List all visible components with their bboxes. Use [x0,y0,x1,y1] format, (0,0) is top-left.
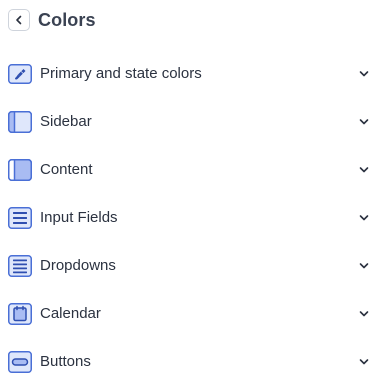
section-label: Sidebar [40,113,92,130]
content-layout-icon [8,159,32,181]
back-button[interactable] [8,9,30,31]
sidebar-layout-icon [8,111,32,133]
chevron-down-icon [358,308,370,320]
section-buttons[interactable]: Buttons [0,338,382,386]
page-header: Colors [8,8,96,32]
paintbrush-icon [8,63,32,85]
button-icon [8,351,32,373]
section-calendar[interactable]: Calendar [0,290,382,338]
chevron-down-icon [358,164,370,176]
chevron-left-icon [16,15,22,25]
section-label: Primary and state colors [40,65,202,82]
chevron-down-icon [358,356,370,368]
page-title: Colors [38,9,96,30]
chevron-down-icon [358,68,370,80]
input-fields-icon [8,207,32,229]
section-content[interactable]: Content [0,146,382,194]
chevron-down-icon [358,260,370,272]
section-label: Calendar [40,305,101,322]
chevron-down-icon [358,116,370,128]
dropdown-list-icon [8,255,32,277]
chevron-down-icon [358,212,370,224]
section-list: Primary and state colors Sidebar Content… [0,50,382,386]
section-label: Content [40,161,93,178]
section-label: Buttons [40,353,91,370]
section-label: Dropdowns [40,257,116,274]
section-primary-and-state-colors[interactable]: Primary and state colors [0,50,382,98]
section-sidebar[interactable]: Sidebar [0,98,382,146]
section-dropdowns[interactable]: Dropdowns [0,242,382,290]
section-label: Input Fields [40,209,118,226]
section-input-fields[interactable]: Input Fields [0,194,382,242]
calendar-icon [8,303,32,325]
